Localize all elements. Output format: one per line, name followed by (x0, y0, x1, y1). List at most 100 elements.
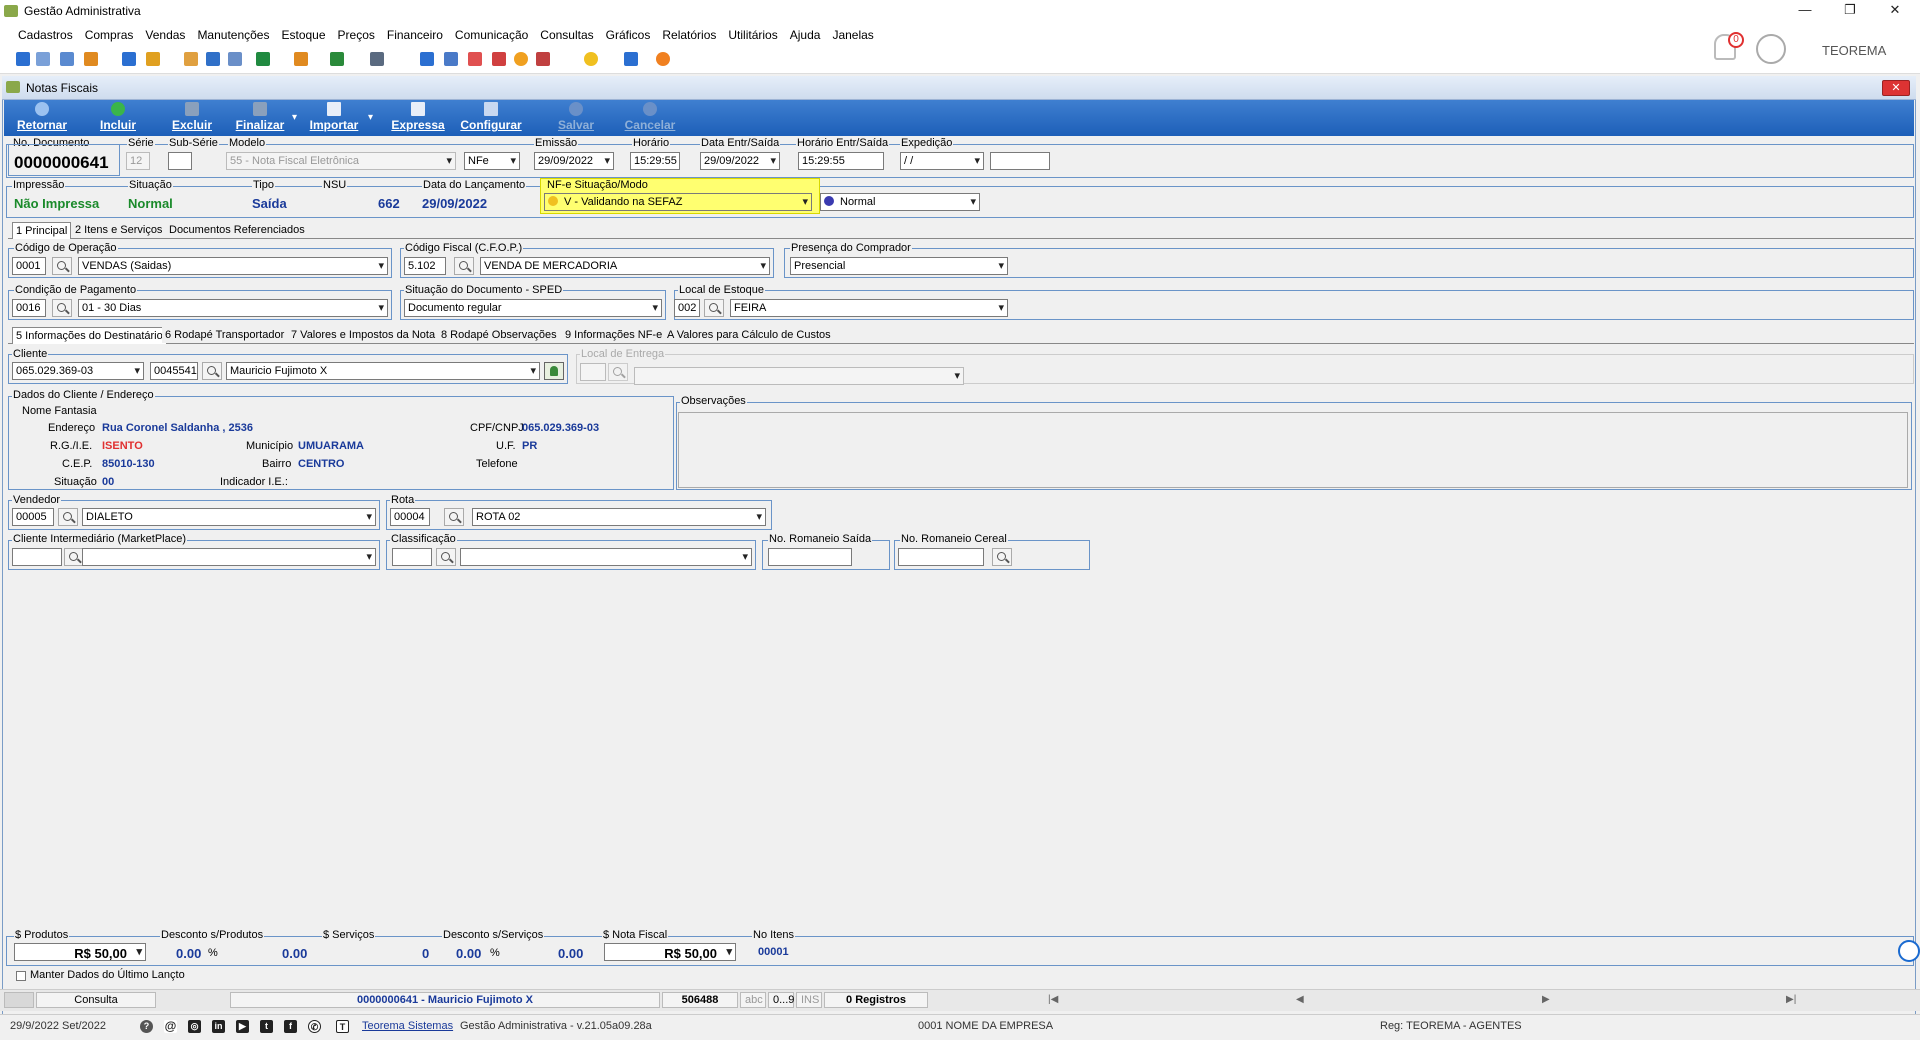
cfop-field[interactable]: 5.102 (404, 257, 446, 275)
youtube-icon[interactable]: ▶ (236, 1020, 249, 1033)
power-icon[interactable] (656, 52, 670, 66)
last-record-button[interactable]: ▶| (1786, 994, 1796, 1005)
teorema-link[interactable]: Teorema Sistemas (362, 1020, 453, 1032)
email-icon[interactable]: @ (164, 1020, 177, 1033)
intermediario-field[interactable] (12, 548, 62, 566)
list-icon[interactable] (228, 52, 242, 66)
local-entrega-select[interactable] (634, 367, 964, 385)
produtos-field[interactable]: R$ 50,00 (14, 943, 146, 961)
manter-checkbox[interactable] (16, 971, 26, 981)
local-est-field[interactable]: 002 (674, 299, 700, 317)
tab-rodape-observacoes[interactable]: 8 Rodapé Observações (438, 327, 560, 343)
classificacao-search-icon[interactable] (436, 548, 456, 566)
local-entrega-search-icon[interactable] (608, 363, 628, 381)
card-icon[interactable] (60, 52, 74, 66)
rota-select[interactable]: ROTA 02 (472, 508, 766, 526)
tab-documentos-referenciados[interactable]: Documentos Referenciados (166, 222, 308, 238)
salvar-button[interactable]: Salvar (552, 102, 600, 132)
incluir-button[interactable]: Incluir (94, 102, 142, 132)
nfe-modo-select[interactable]: Normal (820, 193, 980, 211)
classificacao-select[interactable] (460, 548, 752, 566)
coin-icon[interactable] (514, 52, 528, 66)
prev-record-button[interactable]: ◀ (1296, 994, 1304, 1005)
intermediario-search-icon[interactable] (64, 548, 84, 566)
rota-field[interactable]: 00004 (390, 508, 430, 526)
menu-ajuda[interactable]: Ajuda (784, 24, 827, 44)
menu-graficos[interactable]: Gráficos (600, 24, 657, 44)
cart-icon[interactable] (256, 52, 270, 66)
linkedin-icon[interactable]: in (212, 1020, 225, 1033)
box-icon[interactable] (294, 52, 308, 66)
tab-rodape-transportador[interactable]: 6 Rodapé Transportador (162, 327, 288, 343)
romaneio-cereal-search-icon[interactable] (992, 548, 1012, 566)
presenca-select[interactable]: Presencial (790, 257, 1008, 275)
cliente-search-icon[interactable] (202, 362, 222, 380)
chart-icon[interactable] (536, 52, 550, 66)
intermediario-select[interactable] (82, 548, 376, 566)
classificacao-field[interactable] (392, 548, 432, 566)
help-icon[interactable]: ? (140, 1020, 153, 1033)
menu-cadastros[interactable]: Cadastros (12, 24, 79, 44)
cliente-codigo-field[interactable]: 0045541 (150, 362, 198, 380)
calc-icon[interactable] (206, 52, 220, 66)
horario-entr-field[interactable]: 15:29:55 (798, 152, 884, 170)
cond-pag-select[interactable]: 01 - 30 Dias (78, 299, 388, 317)
subserie-field[interactable] (168, 152, 192, 170)
new-doc-icon[interactable] (16, 52, 30, 66)
facebook-icon[interactable]: f (284, 1020, 297, 1033)
modelo-tipo-select[interactable]: NFe (464, 152, 520, 170)
menu-relatorios[interactable]: Relatórios (656, 24, 722, 44)
cancelar-button[interactable]: Cancelar (622, 102, 678, 132)
expedicao-time-field[interactable] (990, 152, 1050, 170)
cliente-nome-select[interactable]: Mauricio Fujimoto X (226, 362, 540, 380)
expressa-button[interactable]: Expressa (390, 102, 446, 132)
report-icon[interactable] (492, 52, 506, 66)
client-icon[interactable] (36, 52, 50, 66)
grid-icon[interactable] (420, 52, 434, 66)
star-icon[interactable] (584, 52, 598, 66)
retornar-button[interactable]: Retornar (14, 102, 70, 132)
menu-estoque[interactable]: Estoque (275, 24, 331, 44)
menu-utilitarios[interactable]: Utilitários (722, 24, 783, 44)
vendedor-field[interactable]: 00005 (12, 508, 54, 526)
nfe-situacao-select[interactable]: V - Validando na SEFAZ (544, 193, 812, 211)
cfop-select[interactable]: VENDA DE MERCADORIA (480, 257, 770, 275)
calendar-icon[interactable] (444, 52, 458, 66)
cod-op-field[interactable]: 0001 (12, 257, 46, 275)
data-entr-field[interactable]: 29/09/2022 (700, 152, 780, 170)
menu-janelas[interactable]: Janelas (826, 24, 879, 44)
modelo-select[interactable]: 55 - Nota Fiscal Eletrônica (226, 152, 456, 170)
minimize-button[interactable]: — (1790, 2, 1820, 17)
exit-icon[interactable] (624, 52, 638, 66)
product-icon[interactable] (84, 52, 98, 66)
expedicao-date-field[interactable]: / / (900, 152, 984, 170)
menu-precos[interactable]: Preços (332, 24, 381, 44)
horario-field[interactable]: 15:29:55 (630, 152, 680, 170)
printer-icon[interactable] (370, 52, 384, 66)
sit-doc-select[interactable]: Documento regular (404, 299, 662, 317)
teamviewer-icon[interactable] (1898, 940, 1920, 962)
menu-compras[interactable]: Compras (79, 24, 140, 44)
tab-info-destinatario[interactable]: 5 Informações do Destinatário (12, 327, 167, 344)
close-window-button[interactable]: ✕ (1882, 80, 1910, 96)
cfop-search-icon[interactable] (454, 257, 474, 275)
local-est-search-icon[interactable] (704, 299, 724, 317)
cliente-cpf-select[interactable]: 065.029.369-03 (12, 362, 144, 380)
menu-financeiro[interactable]: Financeiro (381, 24, 449, 44)
cod-op-search-icon[interactable] (52, 257, 72, 275)
rota-search-icon[interactable] (444, 508, 464, 526)
finalizar-button[interactable]: Finalizar (234, 102, 286, 132)
importar-dropdown-icon[interactable]: ▾ (368, 112, 373, 123)
tab-valores-custos[interactable]: A Valores para Cálculo de Custos (664, 327, 834, 343)
restore-button[interactable]: ❐ (1835, 2, 1865, 18)
vendedor-search-icon[interactable] (58, 508, 78, 526)
menu-vendas[interactable]: Vendas (139, 24, 191, 44)
romaneio-saida-field[interactable] (768, 548, 852, 566)
truck-icon[interactable] (330, 52, 344, 66)
cod-op-select[interactable]: VENDAS (Saidas) (78, 257, 388, 275)
cond-pag-field[interactable]: 0016 (12, 299, 46, 317)
next-record-button[interactable]: ▶ (1542, 994, 1550, 1005)
excluir-button[interactable]: Excluir (168, 102, 216, 132)
tab-itens-servicos[interactable]: 2 Itens e Serviços (72, 222, 166, 238)
instagram-icon[interactable]: ◎ (188, 1020, 201, 1033)
